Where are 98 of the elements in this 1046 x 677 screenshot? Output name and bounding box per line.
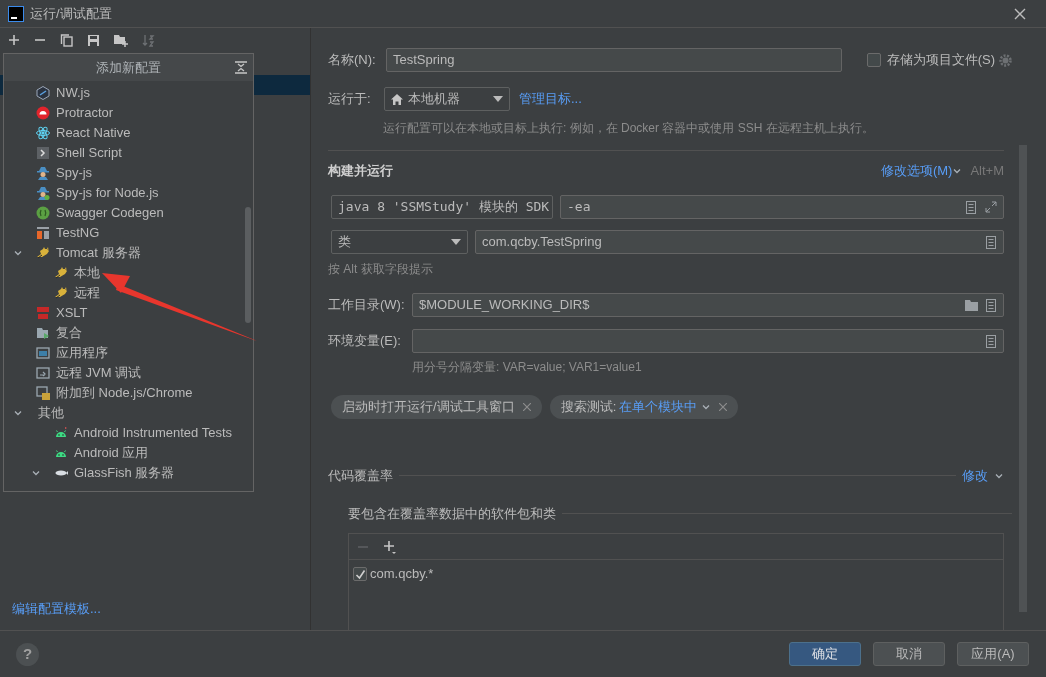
terminal-icon (36, 146, 50, 160)
working-dir-field[interactable]: $MODULE_WORKING_DIR$ (412, 293, 1004, 317)
app-logo (8, 5, 24, 22)
config-type-item[interactable]: Spy-js for Node.js (4, 183, 244, 203)
add-icon[interactable] (8, 34, 20, 46)
config-type-item[interactable]: NW.js (4, 83, 244, 103)
vm-options-field[interactable]: -ea (560, 195, 1004, 219)
store-checkbox-label[interactable]: 存储为项目文件(S) (886, 50, 995, 70)
document-icon[interactable] (965, 200, 977, 214)
dialog-button[interactable]: 应用(A) (957, 642, 1029, 666)
config-type-item[interactable]: Spy-js (4, 163, 244, 183)
document-icon[interactable] (985, 334, 997, 348)
coverage-title: 代码覆盖率 (328, 467, 393, 485)
env-vars-field[interactable] (412, 329, 1004, 353)
config-type-item[interactable]: Android Instrumented Tests (4, 423, 244, 443)
swagger-icon (36, 206, 50, 220)
folder-icon[interactable] (965, 299, 979, 311)
config-type-item[interactable]: Android 应用 (4, 443, 244, 463)
folder-play-icon (36, 326, 50, 340)
popup-title: 添加新配置 (96, 58, 161, 77)
scrollbar-thumb[interactable] (245, 207, 251, 323)
edit-templates-link[interactable]: 编辑配置模板... (12, 598, 310, 618)
config-type-item[interactable]: 复合 (4, 323, 244, 343)
copy-icon[interactable] (60, 33, 73, 47)
document-icon[interactable] (985, 298, 997, 312)
config-type-item[interactable]: 本地 (4, 263, 244, 283)
env-vars-hint: 用分号分隔变量: VAR=value; VAR1=value1 (412, 359, 643, 376)
config-type-item[interactable]: XSLT (4, 303, 244, 323)
config-type-item[interactable]: GlassFish 服务器 (4, 463, 244, 483)
main-class-field[interactable]: com.qcby.TestSpring (475, 230, 1004, 254)
dialog-button[interactable]: 确定 (789, 642, 861, 666)
expand-icon[interactable] (985, 201, 997, 213)
package-checkbox[interactable] (353, 567, 367, 581)
name-label: 名称(N): (328, 51, 377, 70)
coverage-modify-link[interactable]: 修改 (962, 466, 988, 486)
coverage-subtitle: 要包含在覆盖率数据中的软件包和类 (348, 504, 556, 523)
package-label: com.qcby.* (370, 565, 434, 584)
home-icon (391, 93, 403, 105)
remote-window-icon (36, 366, 50, 380)
dropdown-arrow-icon (451, 239, 461, 245)
run-on-select[interactable]: 本地机器 (384, 87, 510, 111)
cat-icon (54, 286, 68, 300)
config-type-item[interactable]: Shell Script (4, 143, 244, 163)
spy-icon (36, 186, 50, 200)
close-icon[interactable] (522, 403, 531, 411)
chevron-icon[interactable] (13, 248, 23, 258)
dialog-button[interactable]: 取消 (873, 642, 945, 666)
close-icon[interactable] (719, 403, 728, 411)
config-type-item[interactable]: 其他 (4, 403, 244, 423)
chevron-icon[interactable] (701, 402, 712, 412)
add-dropdown-icon[interactable] (383, 539, 397, 554)
window-title: 运行/调试配置 (30, 4, 112, 23)
attach-window-icon (36, 386, 50, 400)
manage-targets-link[interactable]: 管理目标... (519, 89, 582, 109)
run-on-label: 运行于: (328, 90, 372, 109)
env-vars-label: 环境变量(E): (328, 332, 402, 351)
document-icon[interactable] (985, 235, 997, 249)
config-type-item[interactable]: 远程 (4, 283, 244, 303)
collapse-all-icon[interactable] (235, 61, 247, 74)
dropdown-arrow-icon (493, 96, 503, 102)
config-type-item[interactable]: 应用程序 (4, 343, 244, 363)
config-type-item[interactable]: React Native (4, 123, 244, 143)
dome-icon (36, 106, 50, 120)
sdk-select[interactable]: java 8 'SSMStudy' 模块的 SDK (331, 195, 553, 219)
config-type-item[interactable]: 附加到 Node.js/Chrome (4, 383, 244, 403)
close-icon[interactable] (1014, 7, 1026, 20)
save-icon[interactable] (87, 33, 100, 47)
chevron-icon[interactable] (13, 408, 23, 418)
name-field[interactable]: TestSpring (386, 48, 842, 72)
hexagon-icon (36, 86, 50, 100)
config-type-item[interactable]: 远程 JVM 调试 (4, 363, 244, 383)
atom-icon (36, 126, 50, 140)
android-icon (54, 426, 68, 440)
config-type-item[interactable]: Swagger Codegen (4, 203, 244, 223)
cat-icon (36, 246, 50, 260)
type-select[interactable]: 类 (331, 230, 468, 254)
xslt-icon (36, 306, 50, 320)
config-type-item[interactable]: Tomcat 服务器 (4, 243, 244, 263)
spy-icon (36, 166, 50, 180)
config-type-item[interactable]: TestNG (4, 223, 244, 243)
chevron-icon[interactable] (952, 166, 963, 176)
option-chip[interactable]: 启动时打开运行/调试工具窗口 (331, 395, 542, 419)
help-button[interactable]: ? (16, 642, 39, 666)
option-chip[interactable]: 搜索测试: 在单个模块中 (549, 395, 739, 419)
store-checkbox[interactable] (866, 53, 881, 67)
cat-icon (54, 266, 68, 280)
testng-icon (36, 226, 50, 240)
modify-options-link[interactable]: 修改选项(M) (880, 161, 953, 181)
working-dir-label: 工作目录(W): (328, 296, 406, 315)
folder-add-icon[interactable] (114, 33, 128, 47)
alt-hint: 按 Alt 获取字段提示 (328, 261, 434, 278)
settings-icon[interactable] (999, 53, 1012, 67)
section-title: 构建并运行 (328, 162, 393, 181)
chevron-icon[interactable] (31, 468, 41, 478)
config-type-item[interactable]: Protractor (4, 103, 244, 123)
sort-icon[interactable] (142, 33, 156, 47)
window-icon (36, 346, 50, 360)
shortcut-hint: Alt+M (970, 162, 1004, 181)
